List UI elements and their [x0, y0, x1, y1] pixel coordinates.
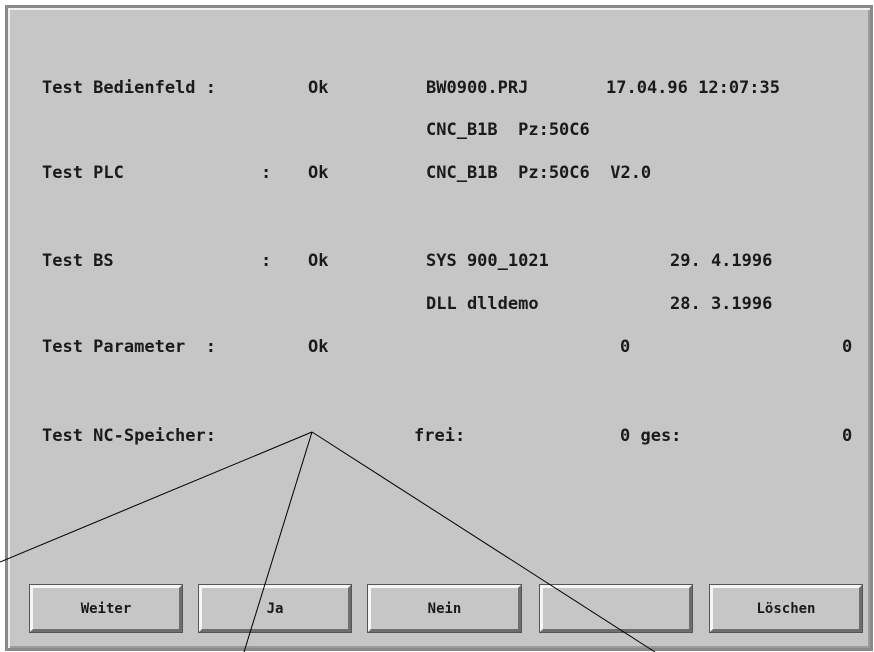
- callout-lines: [0, 431, 656, 652]
- callout-line-right: [311, 431, 656, 652]
- callout-line-middle: [243, 431, 313, 652]
- callout-line-left: [0, 431, 313, 563]
